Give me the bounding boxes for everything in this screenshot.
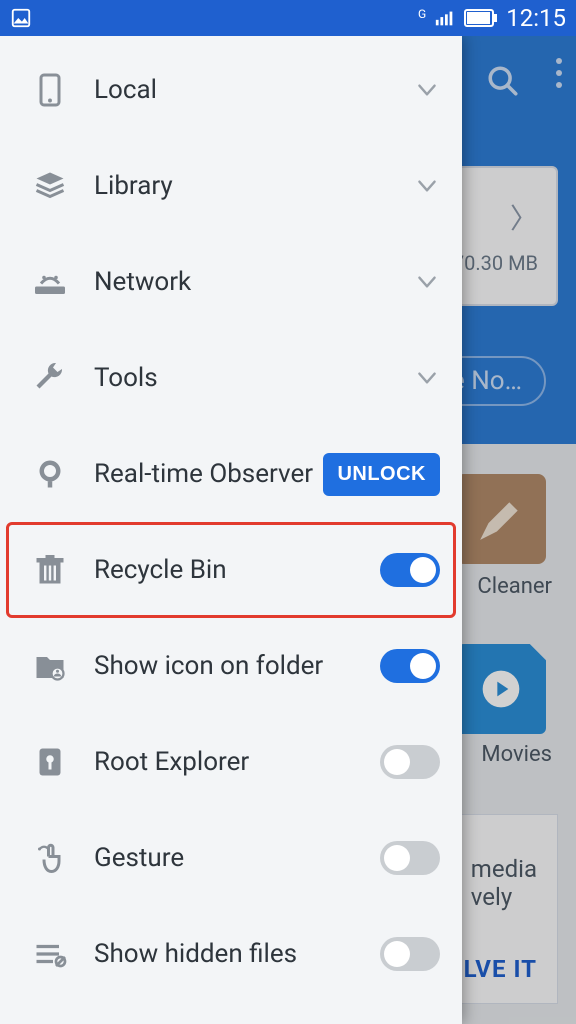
library-icon: [28, 164, 72, 208]
chevron-down-icon[interactable]: [414, 173, 440, 199]
drawer-item-label: Recycle Bin: [94, 555, 380, 585]
drawer-item-label: Network: [94, 267, 414, 297]
hidden-toggle[interactable]: [380, 937, 440, 971]
drawer-item-gesture[interactable]: Gesture: [0, 810, 462, 906]
data-g-icon: G: [418, 8, 426, 20]
root-icon: [28, 740, 72, 784]
unlock-button[interactable]: UNLOCK: [323, 453, 440, 496]
drawer-item-label: Library: [94, 171, 414, 201]
drawer-item-library[interactable]: Library: [0, 138, 462, 234]
tools-icon: [28, 356, 72, 400]
chevron-down-icon[interactable]: [414, 365, 440, 391]
clock-text: 12:15: [506, 4, 566, 32]
root-toggle[interactable]: [380, 745, 440, 779]
scrim[interactable]: [462, 36, 576, 1024]
signal-icon: [434, 7, 456, 29]
drawer-item-label: Tools: [94, 363, 414, 393]
drawer-item-iconfold[interactable]: Show icon on folder: [0, 618, 462, 714]
drawer-item-local[interactable]: Local: [0, 42, 462, 138]
recycle-icon: [28, 548, 72, 592]
drawer-item-observer[interactable]: Real-time ObserverUNLOCK: [0, 426, 462, 522]
chevron-down-icon[interactable]: [414, 77, 440, 103]
gesture-toggle[interactable]: [380, 841, 440, 875]
drawer-item-recycle[interactable]: Recycle Bin: [0, 522, 462, 618]
navigation-drawer: Local Library Network Tools Real-time Observ…: [0, 36, 462, 1024]
local-icon: [28, 68, 72, 112]
gesture-icon: [28, 836, 72, 880]
drawer-item-label: Local: [94, 75, 414, 105]
drawer-item-root[interactable]: Root Explorer: [0, 714, 462, 810]
iconfold-icon: [28, 644, 72, 688]
drawer-item-network[interactable]: Network: [0, 234, 462, 330]
iconfold-toggle[interactable]: [380, 649, 440, 683]
drawer-item-label: Show icon on folder: [94, 651, 380, 681]
drawer-item-hidden[interactable]: Show hidden files: [0, 906, 462, 1002]
status-bar: G 12:15: [0, 0, 576, 36]
network-icon: [28, 260, 72, 304]
hidden-icon: [28, 932, 72, 976]
observer-icon: [28, 452, 72, 496]
drawer-item-tools[interactable]: Tools: [0, 330, 462, 426]
drawer-item-label: Root Explorer: [94, 747, 380, 777]
chevron-down-icon[interactable]: [414, 269, 440, 295]
recycle-toggle[interactable]: [380, 553, 440, 587]
drawer-item-label: Real-time Observer: [94, 459, 323, 489]
image-indicator-icon: [10, 7, 32, 29]
drawer-item-label: Gesture: [94, 843, 380, 873]
battery-icon: [464, 9, 498, 27]
drawer-item-label: Show hidden files: [94, 939, 380, 969]
